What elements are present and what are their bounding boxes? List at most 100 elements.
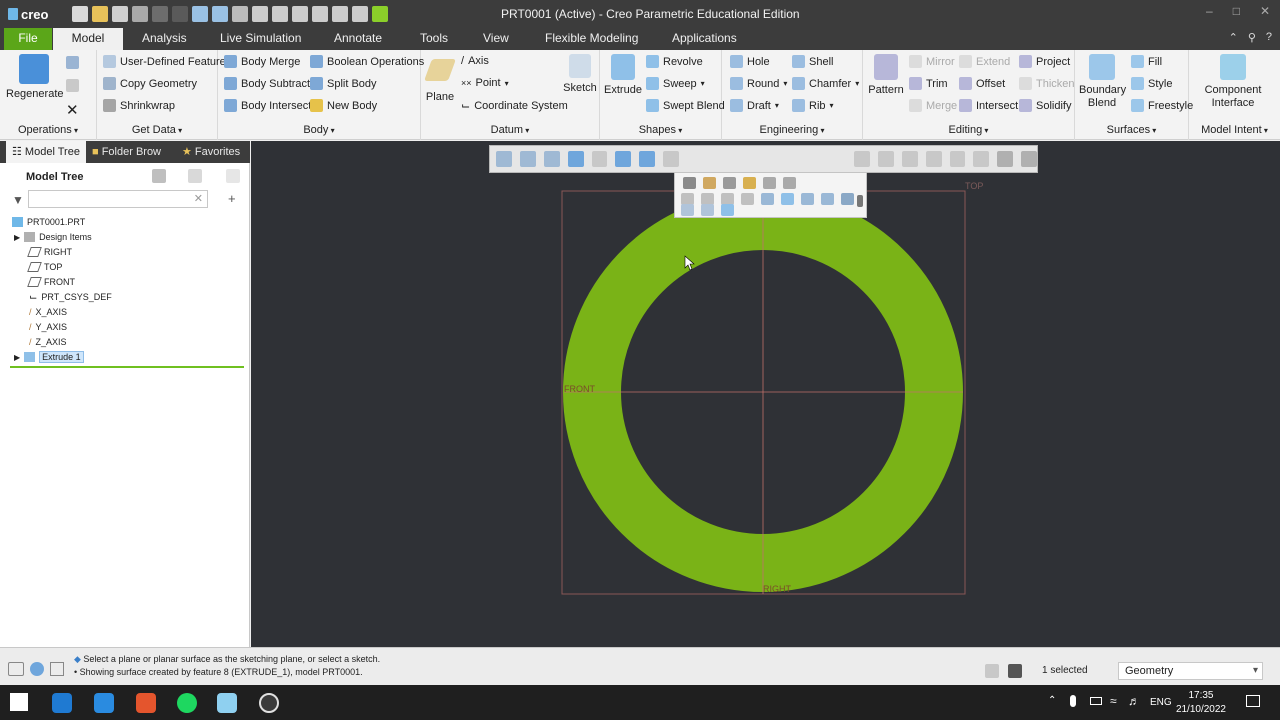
- brave-browser-icon[interactable]: [136, 693, 156, 713]
- body-subtract-button[interactable]: Body Subtract: [224, 77, 310, 90]
- tab-favorites[interactable]: ★ Favorites: [182, 141, 248, 163]
- axis-button[interactable]: / Axis: [461, 55, 489, 67]
- sketch-button[interactable]: Sketch: [563, 54, 597, 94]
- operations-label[interactable]: Operations: [0, 124, 96, 136]
- mini-csys-icon[interactable]: [741, 193, 754, 205]
- chamfer-button[interactable]: Chamfer ▾: [792, 77, 859, 90]
- mini-more-icon[interactable]: [857, 195, 863, 207]
- volume-icon[interactable]: ♬: [1128, 694, 1140, 708]
- tab-model[interactable]: Model: [53, 28, 123, 50]
- print-icon[interactable]: [132, 6, 148, 22]
- fullscreen-icon[interactable]: [50, 662, 64, 676]
- split-body-button[interactable]: Split Body: [310, 77, 377, 90]
- intersect-button[interactable]: Intersect: [959, 99, 1018, 112]
- mini-solid-icon[interactable]: [841, 193, 854, 205]
- copy-button[interactable]: [66, 56, 79, 69]
- swept-blend-button[interactable]: Swept Blend: [646, 99, 725, 112]
- windows-icon[interactable]: [212, 6, 228, 22]
- tray-chevron-icon[interactable]: ⌃: [1048, 695, 1056, 706]
- user-defined-feature-button[interactable]: User-Defined Feature: [103, 55, 226, 68]
- filter-icon[interactable]: ▼: [12, 193, 24, 207]
- mini-sketch-icon[interactable]: [783, 177, 796, 189]
- regenerate-quick-icon[interactable]: [192, 6, 208, 22]
- notifications-icon[interactable]: [1246, 695, 1260, 707]
- datum-label[interactable]: Datum: [421, 124, 599, 136]
- selection-filter[interactable]: Geometry: [1118, 662, 1263, 680]
- collapse-ribbon-icon[interactable]: ⌃: [1229, 31, 1238, 44]
- tree-node-top[interactable]: TOP: [27, 260, 62, 274]
- taskbar-clock[interactable]: 17:35 21/10/2022: [1176, 689, 1226, 717]
- mirror-button[interactable]: Mirror: [909, 55, 955, 68]
- point-button[interactable]: ×× Point ▾: [461, 77, 509, 89]
- annotation-display-icon[interactable]: [949, 151, 966, 167]
- repaint-icon[interactable]: [567, 151, 584, 167]
- datum-display-icon[interactable]: [853, 151, 870, 167]
- graphics-window[interactable]: TOP FRONT RIGHT: [251, 141, 1280, 647]
- freestyle-button[interactable]: Freestyle: [1131, 99, 1193, 112]
- paste-icon[interactable]: [352, 6, 368, 22]
- creo-taskbar-icon[interactable]: [217, 693, 237, 713]
- tree-search-input[interactable]: [29, 191, 189, 207]
- style-button[interactable]: Style: [1131, 77, 1172, 90]
- close-icon[interactable]: ✕: [1260, 4, 1270, 18]
- tab-live-simulation[interactable]: Live Simulation: [220, 28, 301, 50]
- tree-node-design-items[interactable]: ▶ Design Items: [14, 230, 92, 244]
- add-filter-icon[interactable]: +: [228, 191, 236, 206]
- ruler-icon[interactable]: [312, 6, 328, 22]
- mini-revolve-icon[interactable]: [801, 193, 814, 205]
- green-plus-icon[interactable]: [372, 6, 388, 22]
- search-icon[interactable]: ⚲: [1248, 31, 1256, 44]
- spin-center-icon[interactable]: [973, 151, 990, 167]
- annotation-icon[interactable]: [272, 6, 288, 22]
- insert-here-indicator[interactable]: [10, 366, 244, 368]
- redo-icon[interactable]: [172, 6, 188, 22]
- browser-toggle-icon[interactable]: [30, 662, 44, 676]
- axis-display-icon[interactable]: [901, 151, 918, 167]
- vscode-icon[interactable]: [94, 693, 114, 713]
- cut-icon[interactable]: [332, 6, 348, 22]
- tree-node-y-axis[interactable]: / Y_AXIS: [29, 320, 67, 334]
- input-language[interactable]: ENG: [1150, 697, 1172, 708]
- tree-settings-icon[interactable]: [152, 169, 166, 183]
- tab-file[interactable]: File: [4, 28, 52, 50]
- tab-view[interactable]: View: [483, 28, 509, 50]
- tab-folder-browser[interactable]: ■ Folder Brow: [92, 141, 172, 163]
- copy-geometry-button[interactable]: Copy Geometry: [103, 77, 197, 90]
- minimize-icon[interactable]: –: [1206, 4, 1213, 18]
- mini-insert-icon[interactable]: [701, 204, 714, 216]
- shrinkwrap-button[interactable]: Shrinkwrap: [103, 99, 175, 112]
- windows-start-icon[interactable]: [10, 693, 28, 711]
- tree-node-extrude-1[interactable]: ▶ Extrude 1: [14, 350, 84, 364]
- close-window-icon[interactable]: [232, 6, 248, 22]
- tab-applications[interactable]: Applications: [672, 28, 737, 50]
- more-tools-icon[interactable]: [1021, 151, 1038, 167]
- tab-flexible-modeling[interactable]: Flexible Modeling: [545, 28, 638, 50]
- binoculars-icon[interactable]: [1008, 664, 1022, 678]
- refit-icon[interactable]: [496, 151, 512, 167]
- sweep-button[interactable]: Sweep ▾: [646, 77, 705, 90]
- extend-button[interactable]: Extend: [959, 55, 1010, 68]
- tree-columns-icon[interactable]: [188, 169, 202, 183]
- smart-select-icon[interactable]: [985, 664, 999, 678]
- mini-appearance-icon[interactable]: [743, 177, 756, 189]
- pencil-icon[interactable]: [252, 6, 268, 22]
- shapes-label[interactable]: Shapes: [600, 124, 721, 136]
- merge-button[interactable]: Merge: [909, 99, 957, 112]
- mini-grid-icon[interactable]: [763, 177, 776, 189]
- surfaces-label[interactable]: Surfaces: [1075, 124, 1188, 136]
- boolean-operations-button[interactable]: Boolean Operations: [310, 55, 424, 68]
- revolve-button[interactable]: Revolve: [646, 55, 703, 68]
- hole-button[interactable]: Hole: [730, 55, 770, 68]
- csys-display-icon[interactable]: [877, 151, 894, 167]
- regenerate-button[interactable]: Regenerate: [6, 54, 64, 100]
- paste-button[interactable]: [66, 79, 79, 92]
- mini-box-icon[interactable]: [721, 204, 734, 216]
- thicken-button[interactable]: Thicken: [1019, 77, 1075, 90]
- mini-shell-icon[interactable]: [821, 193, 834, 205]
- display-style-icon[interactable]: [591, 151, 608, 167]
- tree-node-right[interactable]: RIGHT: [27, 245, 72, 259]
- mini-find-icon[interactable]: [681, 204, 694, 216]
- component-interface-button[interactable]: Component Interface: [1193, 54, 1273, 110]
- tree-node-front[interactable]: FRONT: [27, 275, 75, 289]
- body-merge-button[interactable]: Body Merge: [224, 55, 300, 68]
